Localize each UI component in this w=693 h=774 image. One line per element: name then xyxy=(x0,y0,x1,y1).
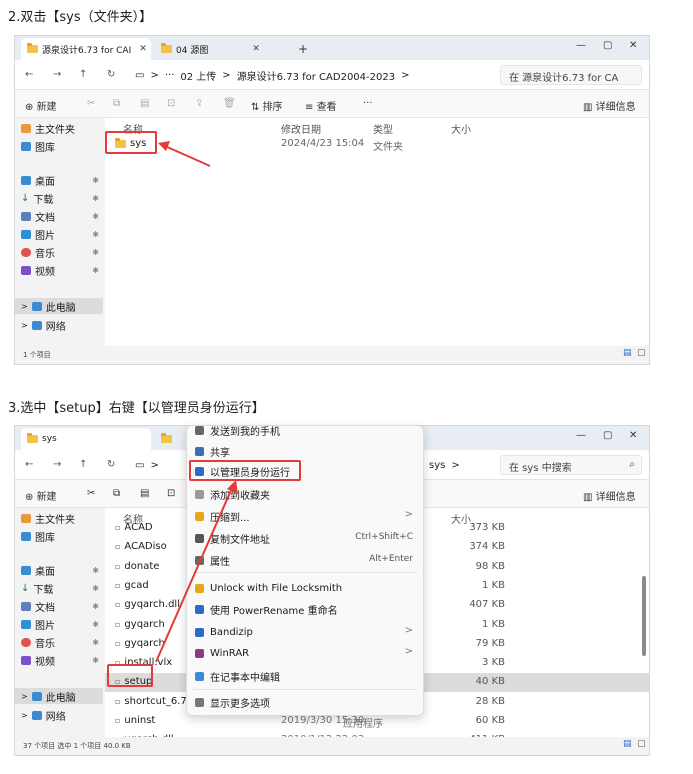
arrow-line xyxy=(155,487,233,663)
arrow-head xyxy=(227,480,238,494)
arrow-line xyxy=(164,145,211,167)
annotation-arrows xyxy=(155,141,238,663)
arrow-head xyxy=(158,141,170,151)
